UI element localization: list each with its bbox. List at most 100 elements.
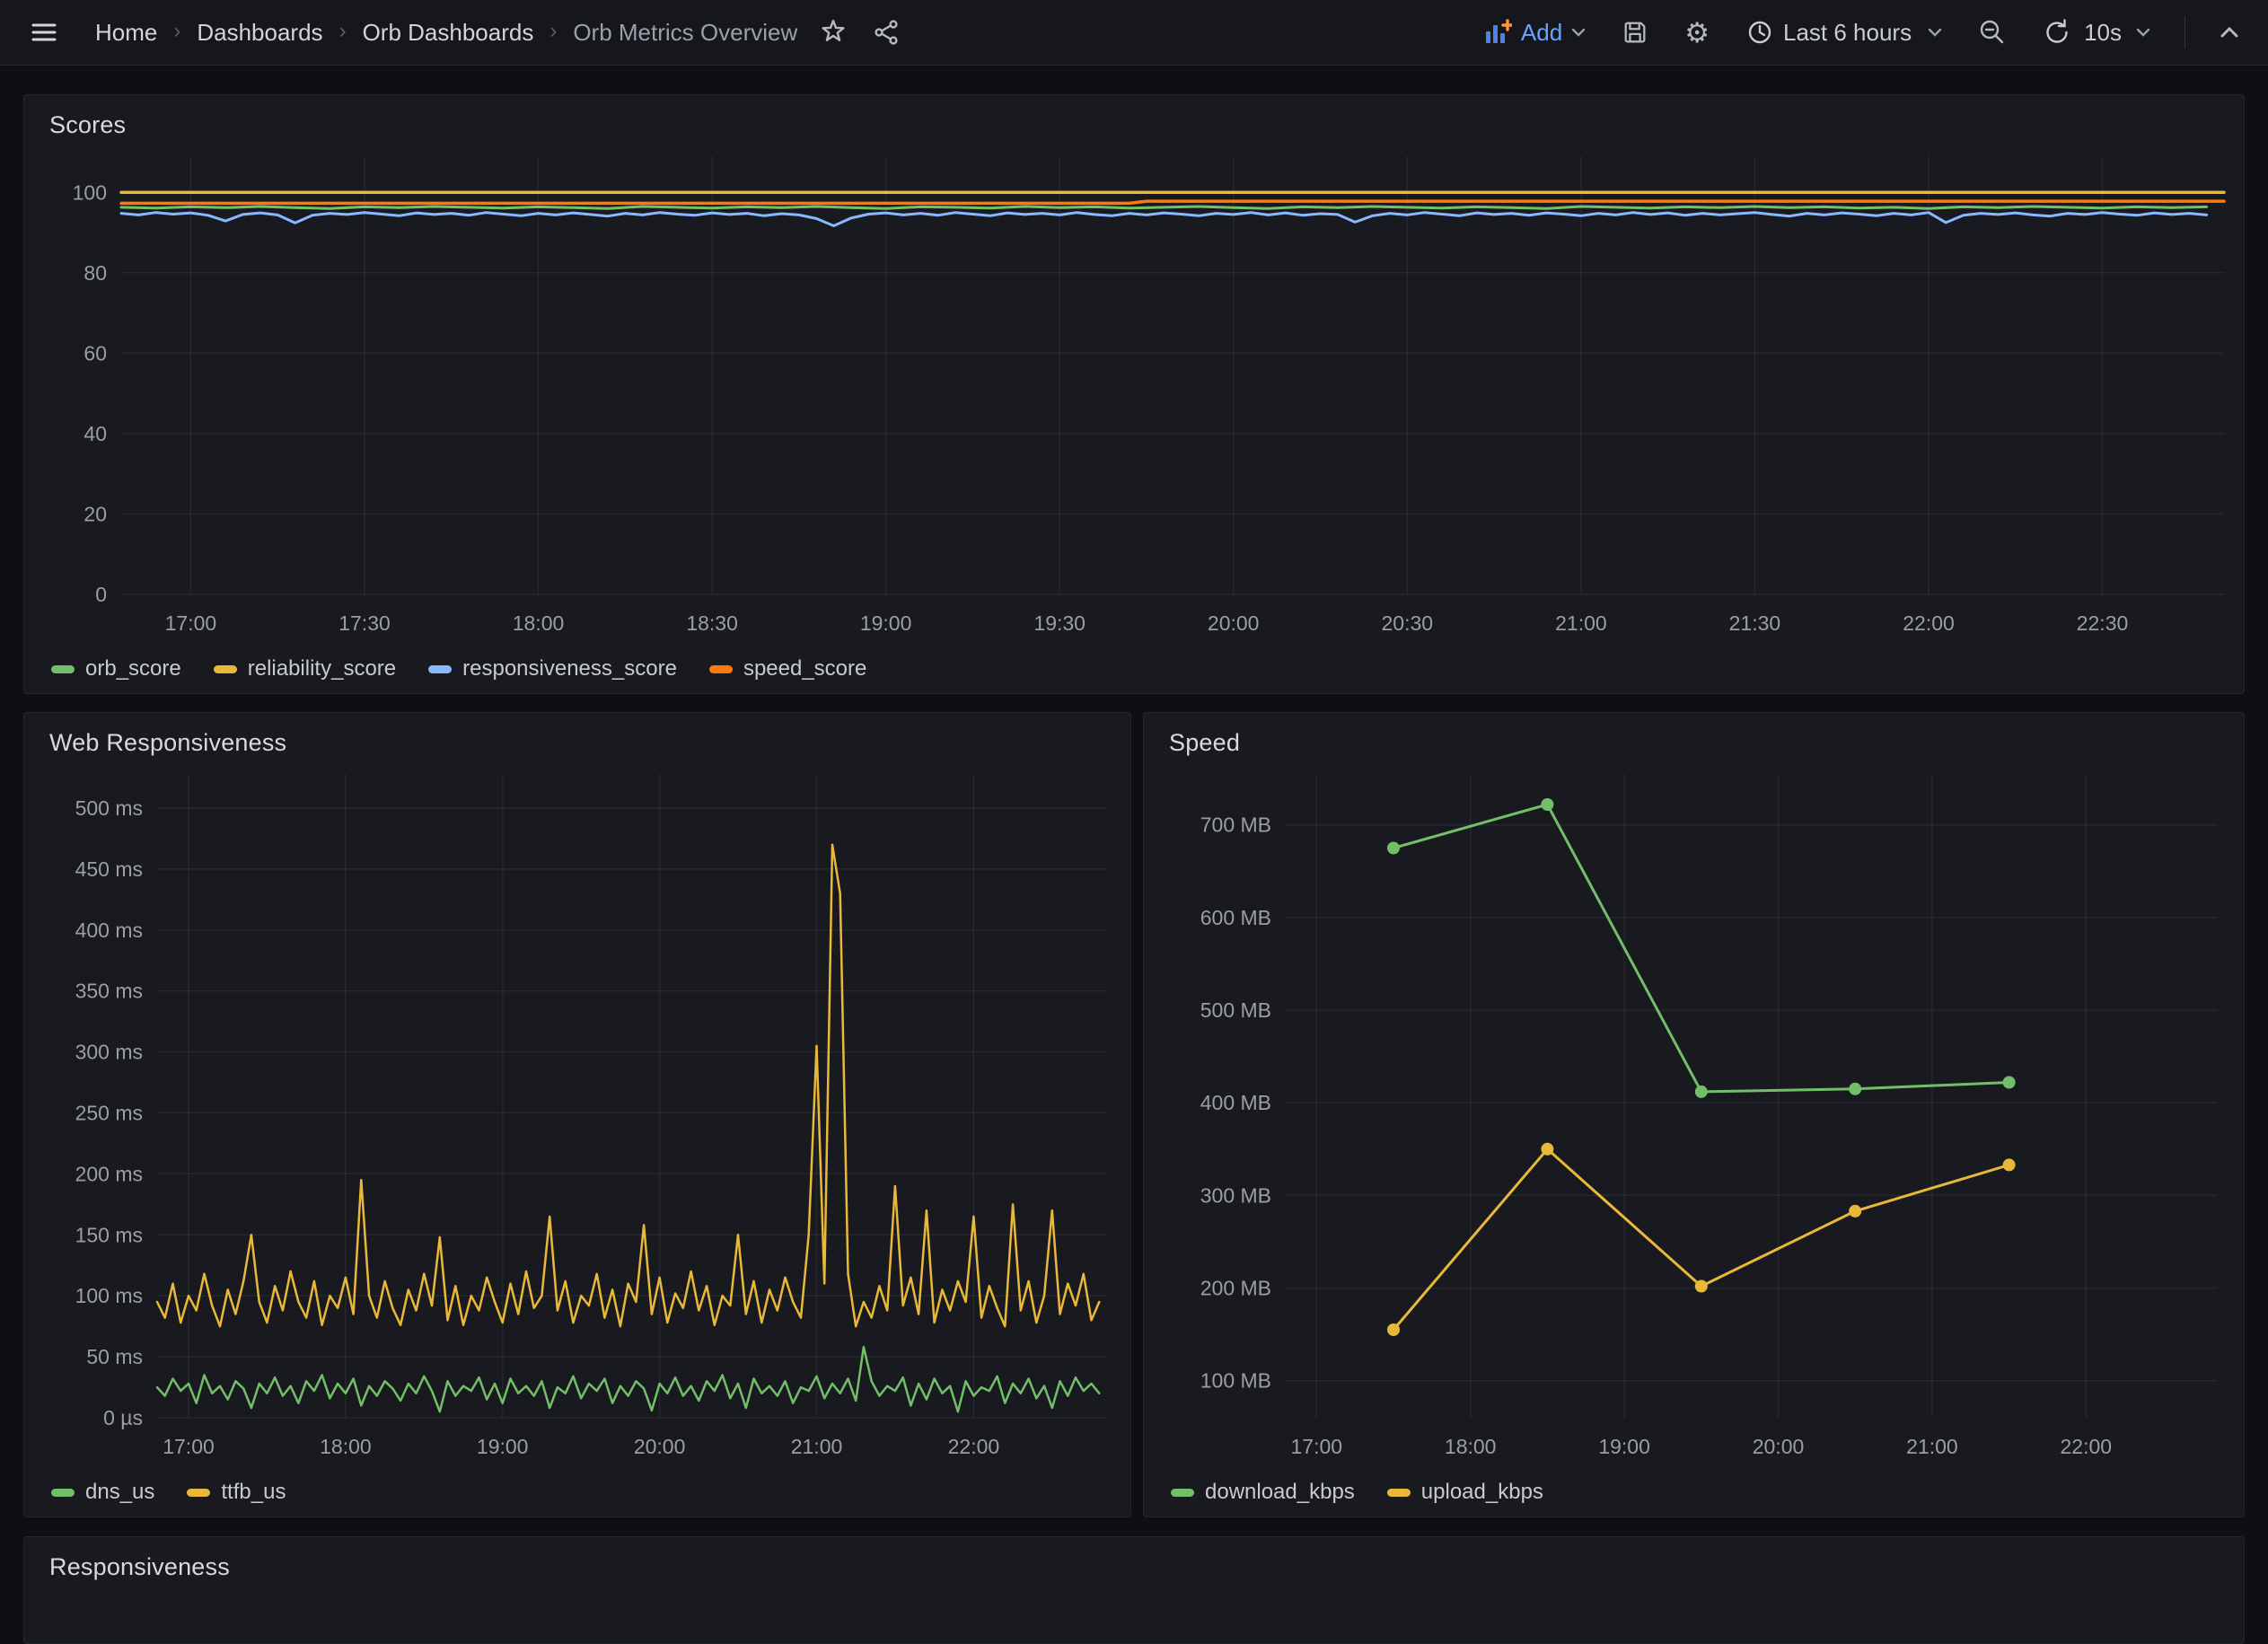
svg-text:150 ms: 150 ms [75, 1223, 143, 1246]
svg-text:450 ms: 450 ms [75, 857, 143, 881]
svg-text:100 MB: 100 MB [1200, 1369, 1271, 1393]
panel-title[interactable]: Responsiveness [24, 1537, 2244, 1589]
svg-text:18:00: 18:00 [513, 611, 565, 635]
svg-text:20:00: 20:00 [634, 1435, 686, 1458]
dashboard-actions [813, 13, 907, 52]
svg-text:300 ms: 300 ms [75, 1041, 143, 1064]
chart-svg: 17:0017:3018:0018:3019:0019:3020:0020:30… [31, 147, 2237, 645]
svg-text:17:00: 17:00 [165, 611, 217, 635]
panel-title[interactable]: Scores [24, 95, 2244, 147]
time-range-picker[interactable]: Last 6 hours [1740, 13, 1947, 52]
svg-text:50 ms: 50 ms [86, 1345, 143, 1368]
top-nav: Home › Dashboards › Orb Dashboards › Orb… [0, 0, 2268, 66]
legend-label: dns_us [85, 1480, 154, 1505]
svg-text:500 MB: 500 MB [1200, 998, 1271, 1022]
svg-text:700 MB: 700 MB [1200, 813, 1271, 837]
breadcrumb: Home › Dashboards › Orb Dashboards › Orb… [95, 19, 797, 47]
series-color-chip [187, 1489, 210, 1497]
chart-svg: 17:0018:0019:0020:0021:0022:000 µs50 ms1… [31, 765, 1123, 1468]
legend-label: responsiveness_score [462, 656, 677, 681]
svg-text:21:30: 21:30 [1729, 611, 1781, 635]
favorite-button[interactable] [813, 13, 853, 52]
legend-item-reliability_score[interactable]: reliability_score [214, 656, 396, 681]
zoom-out-button[interactable] [1973, 13, 2012, 52]
speed-chart[interactable]: 17:0018:0019:0020:0021:0022:00100 MB200 … [1151, 765, 2237, 1468]
svg-text:200 MB: 200 MB [1200, 1277, 1271, 1300]
svg-text:22:00: 22:00 [1903, 611, 1955, 635]
chevron-right-icon: › [549, 21, 557, 42]
svg-text:0: 0 [95, 583, 107, 606]
menu-button[interactable] [23, 12, 65, 53]
collapse-toolbar-button[interactable] [2214, 21, 2245, 44]
svg-text:500 ms: 500 ms [75, 796, 143, 820]
legend-item-orb_score[interactable]: orb_score [51, 656, 181, 681]
svg-text:0 µs: 0 µs [103, 1406, 143, 1429]
svg-text:80: 80 [84, 261, 107, 285]
chevron-down-icon [1928, 28, 1942, 37]
panel-title[interactable]: Web Responsiveness [24, 713, 1130, 765]
legend-item-dns_us[interactable]: dns_us [51, 1480, 154, 1505]
svg-text:17:00: 17:00 [163, 1435, 215, 1458]
toolbar: Add ⚙ Last 6 hours [1478, 13, 2245, 52]
share-button[interactable] [867, 13, 907, 52]
dashboard-canvas: Scores 17:0017:3018:0018:3019:0019:3020:… [0, 0, 2268, 1578]
panel-title[interactable]: Speed [1144, 713, 2244, 765]
legend-item-ttfb_us[interactable]: ttfb_us [187, 1480, 286, 1505]
legend-label: reliability_score [248, 656, 396, 681]
svg-text:20: 20 [84, 503, 107, 526]
dashboard-settings-button[interactable]: ⚙ [1679, 13, 1715, 52]
panel-speed: Speed 17:0018:0019:0020:0021:0022:00100 … [1143, 712, 2245, 1517]
refresh-interval-label: 10s [2084, 19, 2122, 47]
svg-text:350 ms: 350 ms [75, 980, 143, 1003]
svg-text:20:00: 20:00 [1753, 1435, 1805, 1458]
legend-item-upload_kbps[interactable]: upload_kbps [1387, 1480, 1543, 1505]
add-panel-button[interactable]: Add [1478, 13, 1591, 52]
web-responsiveness-legend: dns_us ttfb_us [24, 1468, 1130, 1517]
series-color-chip [1387, 1489, 1411, 1497]
svg-text:100 ms: 100 ms [75, 1284, 143, 1307]
legend-item-speed_score[interactable]: speed_score [709, 656, 866, 681]
add-panel-icon [1483, 19, 1512, 46]
series-color-chip [214, 665, 237, 673]
zoom-out-icon [1978, 18, 2007, 47]
series-color-chip [51, 665, 75, 673]
svg-text:17:30: 17:30 [338, 611, 391, 635]
web-responsiveness-chart[interactable]: 17:0018:0019:0020:0021:0022:000 µs50 ms1… [31, 765, 1123, 1468]
breadcrumb-item-home[interactable]: Home [95, 19, 157, 47]
panel-web-responsiveness: Web Responsiveness 17:00 18:00 19:00 20:00 2… [23, 712, 1131, 1517]
legend-label: orb_score [85, 656, 181, 681]
breadcrumb-item-current: Orb Metrics Overview [573, 19, 797, 47]
speed-legend: download_kbps upload_kbps [1144, 1468, 2244, 1517]
save-icon [1622, 19, 1648, 46]
chevron-down-icon [1571, 28, 1586, 37]
svg-text:22:00: 22:00 [2061, 1435, 2113, 1458]
save-dashboard-button[interactable] [1616, 13, 1654, 51]
chevron-up-icon [2220, 26, 2239, 39]
refresh-controls[interactable]: 10s [2037, 13, 2156, 52]
svg-text:20:00: 20:00 [1208, 611, 1260, 635]
svg-text:300 MB: 300 MB [1200, 1183, 1271, 1207]
svg-text:200 ms: 200 ms [75, 1162, 143, 1185]
legend-label: speed_score [743, 656, 866, 681]
legend-item-responsiveness_score[interactable]: responsiveness_score [428, 656, 677, 681]
scores-chart[interactable]: 17:0017:3018:0018:3019:0019:3020:0020:30… [31, 147, 2237, 645]
svg-text:400 MB: 400 MB [1200, 1091, 1271, 1114]
breadcrumb-item-dashboards[interactable]: Dashboards [197, 19, 322, 47]
legend-label: ttfb_us [221, 1480, 286, 1505]
svg-text:60: 60 [84, 341, 107, 365]
share-icon [873, 18, 901, 47]
svg-text:21:00: 21:00 [1906, 1435, 1958, 1458]
series-color-chip [51, 1489, 75, 1497]
svg-text:19:30: 19:30 [1033, 611, 1086, 635]
legend-label: upload_kbps [1421, 1480, 1543, 1505]
chart-svg: 17:0018:0019:0020:0021:0022:00100 MB200 … [1151, 765, 2237, 1468]
chevron-down-icon [2136, 28, 2150, 37]
legend-label: download_kbps [1205, 1480, 1355, 1505]
breadcrumb-item-orb-dashboards[interactable]: Orb Dashboards [363, 19, 534, 47]
svg-text:100: 100 [73, 180, 107, 204]
svg-text:250 ms: 250 ms [75, 1102, 143, 1125]
scores-legend: orb_score reliability_score responsiveness… [24, 645, 2244, 693]
svg-text:18:00: 18:00 [320, 1435, 372, 1458]
svg-text:19:00: 19:00 [477, 1435, 529, 1458]
legend-item-download_kbps[interactable]: download_kbps [1171, 1480, 1355, 1505]
